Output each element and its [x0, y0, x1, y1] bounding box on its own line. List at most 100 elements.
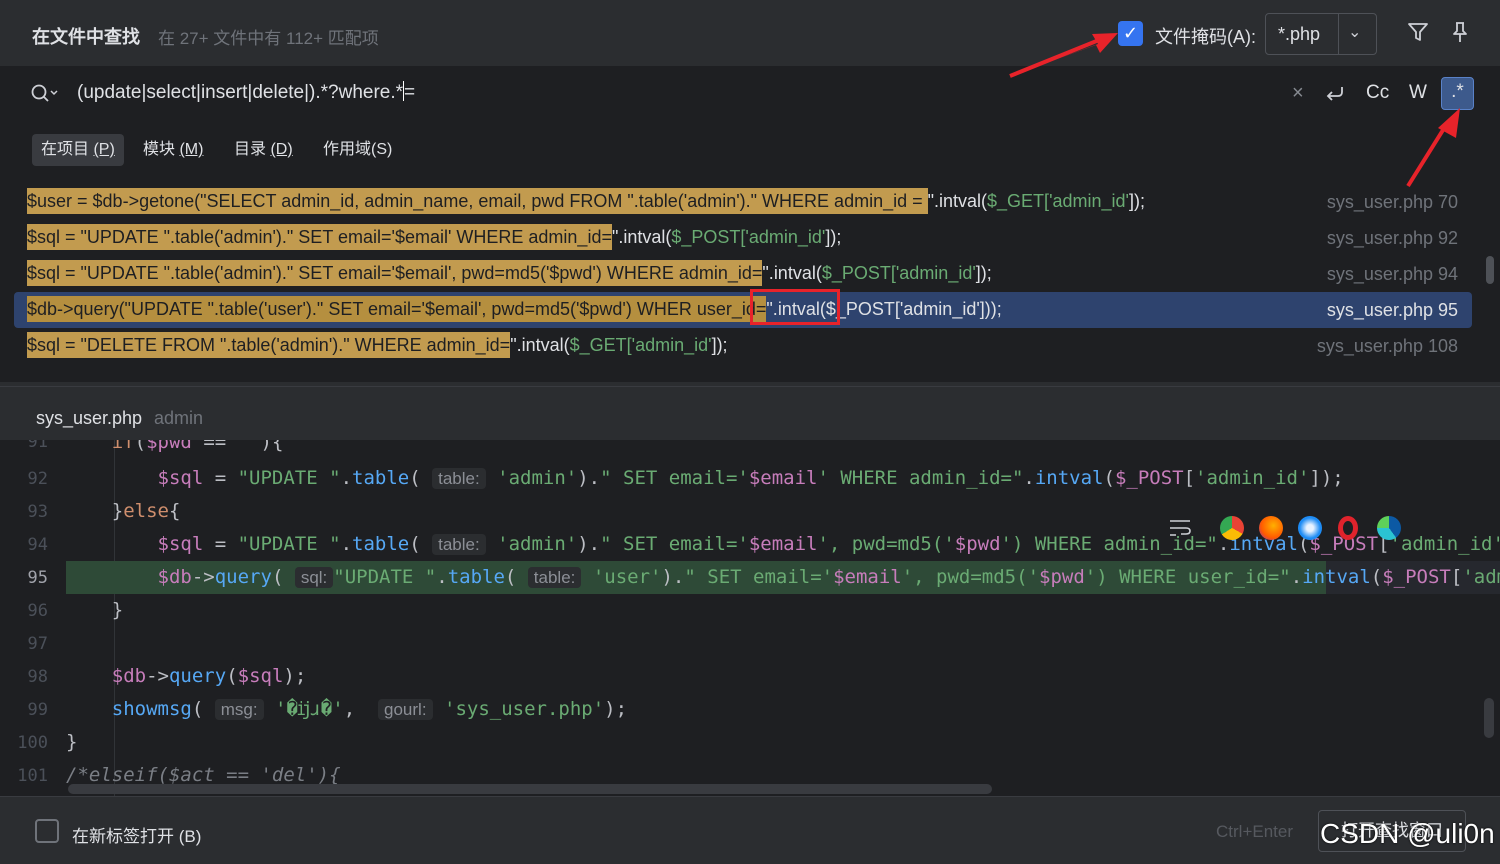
param-hint: table:: [432, 468, 486, 489]
tab-directory[interactable]: 目录 (D): [225, 134, 302, 166]
chrome-icon[interactable]: [1220, 516, 1244, 540]
result-row[interactable]: $sql = "UPDATE ".table('admin')." SET em…: [14, 256, 1472, 292]
preview-filename: sys_user.php: [36, 408, 142, 429]
code-line: }: [66, 594, 1500, 627]
open-new-tab-label: 在新标签打开 (B): [72, 822, 201, 847]
regex-toggle[interactable]: .*: [1441, 77, 1474, 110]
tab-module[interactable]: 模块 (M): [134, 134, 212, 166]
match-count: 在 27+ 文件中有 112+ 匹配项: [158, 24, 379, 49]
tab-mnemonic: (P): [93, 141, 114, 158]
watermark: CSDN @uli0n: [1320, 818, 1495, 850]
chevron-down-icon[interactable]: ⌄: [1348, 22, 1361, 42]
match-highlight: $sql = "UPDATE ".table('admin')." SET em…: [27, 260, 762, 286]
file-mask-checkbox[interactable]: ✓: [1118, 21, 1143, 46]
line-number: 94: [28, 535, 48, 555]
file-mask-label: 文件掩码(A):: [1155, 23, 1256, 49]
firefox-icon[interactable]: [1259, 516, 1283, 540]
result-rest: ".intval(: [612, 227, 671, 247]
results-scrollbar[interactable]: [1486, 256, 1494, 284]
tab-in-project[interactable]: 在项目 (P): [32, 134, 124, 166]
opera-icon[interactable]: [1338, 516, 1358, 540]
vertical-scrollbar[interactable]: [1484, 698, 1494, 738]
line-number: 96: [28, 601, 48, 621]
search-query-text: (update|select|insert|delete|).*?where.*: [77, 82, 403, 103]
search-bar: (update|select|insert|delete|).*?where.*…: [0, 66, 1500, 120]
match-highlight: $sql = "DELETE FROM ".table('admin')." W…: [27, 332, 510, 358]
result-location: sys_user.php 70: [1327, 192, 1458, 213]
result-location: sys_user.php 95: [1327, 300, 1458, 321]
horizontal-scrollbar[interactable]: [68, 784, 992, 794]
tab-label: 在项目: [41, 141, 93, 158]
line-number: 97: [28, 634, 48, 654]
result-rest: 'admin_id': [745, 227, 825, 247]
filter-icon[interactable]: [1406, 20, 1430, 44]
result-rest: ".intval(: [762, 263, 821, 283]
search-input[interactable]: (update|select|insert|delete|).*?where.*…: [77, 81, 415, 104]
scope-tabs: 在项目 (P) 模块 (M) 目录 (D) 作用域(S): [0, 120, 1500, 182]
result-location: sys_user.php 94: [1327, 264, 1458, 285]
tab-mnemonic: (D): [270, 141, 292, 158]
line-number: 93: [28, 502, 48, 522]
find-in-files-header: 在文件中查找 在 27+ 文件中有 112+ 匹配项 ✓ 文件掩码(A): *.…: [0, 0, 1500, 66]
file-mask-value[interactable]: *.php: [1278, 24, 1320, 45]
result-rest: $_GET[: [987, 191, 1049, 211]
result-row[interactable]: $user = $db->getone("SELECT admin_id, ad…: [14, 184, 1472, 220]
result-rest: $_POST[: [822, 263, 896, 283]
file-mask-dropdown[interactable]: *.php ⌄: [1265, 13, 1377, 55]
code-line: if($pwd == ''){: [66, 440, 1500, 459]
results-list: $user = $db->getone("SELECT admin_id, ad…: [0, 182, 1500, 382]
result-text: $sql = "DELETE FROM ".table('admin')." W…: [27, 335, 728, 356]
code-line: showmsg( msg: '�޸ĳɹ�', gourl: 'sys_user.…: [66, 693, 1500, 726]
code-line: $sql = "UPDATE ".table( table: 'admin').…: [66, 462, 1500, 495]
words-toggle[interactable]: W: [1409, 82, 1427, 104]
code-line: }: [66, 726, 1500, 759]
param-hint: sql:: [295, 567, 333, 588]
pin-icon[interactable]: [1448, 20, 1472, 44]
clear-icon[interactable]: ×: [1292, 82, 1304, 105]
result-rest: ".intval(: [510, 335, 569, 355]
result-text: $db->query("UPDATE ".table('user')." SET…: [27, 299, 1002, 320]
wrap-icon[interactable]: [1168, 516, 1194, 540]
param-hint: table:: [528, 567, 582, 588]
line-number: 100: [17, 733, 48, 753]
result-row[interactable]: $sql = "DELETE FROM ".table('admin')." W…: [14, 328, 1472, 364]
match-case-toggle[interactable]: Cc: [1366, 82, 1389, 104]
safari-icon[interactable]: [1298, 516, 1322, 540]
result-row[interactable]: ​: [14, 364, 1472, 382]
result-location: sys_user.php 108: [1317, 336, 1458, 357]
result-text: $user = $db->getone("SELECT admin_id, ad…: [27, 191, 1145, 212]
result-rest: $_GET[: [570, 335, 632, 355]
search-history-icon[interactable]: [30, 83, 58, 105]
tab-label: 模块: [143, 141, 179, 158]
line-number: 98: [28, 667, 48, 687]
line-number: 92: [28, 469, 48, 489]
edge-icon[interactable]: [1377, 516, 1401, 540]
shortcut-hint: Ctrl+Enter: [1216, 822, 1293, 842]
result-rest: ]);: [825, 227, 841, 247]
dialog-footer: 在新标签打开 (B) Ctrl+Enter 打开查找窗口: [0, 796, 1500, 864]
tab-scope[interactable]: 作用域(S): [314, 134, 401, 166]
tab-label: 目录: [234, 141, 270, 158]
search-query-tail: =: [404, 82, 415, 103]
line-number: 99: [28, 700, 48, 720]
result-location: sys_user.php 92: [1327, 228, 1458, 249]
line-number: 91: [28, 440, 48, 452]
file-mask-divider: [1338, 14, 1339, 54]
code-line: $db->query($sql);: [66, 660, 1500, 693]
code-preview[interactable]: 91 92 93 94 95 96 97 98 99 100 101 if($p…: [0, 440, 1500, 796]
match-highlight: $sql = "UPDATE ".table('admin')." SET em…: [27, 224, 612, 250]
match-highlight: $user = $db->getone("SELECT admin_id, ad…: [27, 188, 928, 214]
open-new-tab-checkbox[interactable]: [35, 819, 59, 843]
result-row-selected[interactable]: $db->query("UPDATE ".table('user')." SET…: [14, 292, 1472, 328]
result-rest: $_POST[: [671, 227, 745, 247]
preview-header: sys_user.php admin: [0, 386, 1500, 440]
param-hint: table:: [432, 534, 486, 555]
newline-icon[interactable]: [1322, 81, 1348, 107]
result-row[interactable]: $sql = "UPDATE ".table('admin')." SET em…: [14, 220, 1472, 256]
line-number-current: 95: [28, 568, 48, 588]
tab-label: 作用域(S): [323, 141, 392, 158]
line-number: 101: [17, 766, 48, 786]
result-text: $sql = "UPDATE ".table('admin')." SET em…: [27, 263, 992, 284]
result-rest: 'admin_id': [896, 263, 976, 283]
code-line: [66, 627, 1500, 660]
